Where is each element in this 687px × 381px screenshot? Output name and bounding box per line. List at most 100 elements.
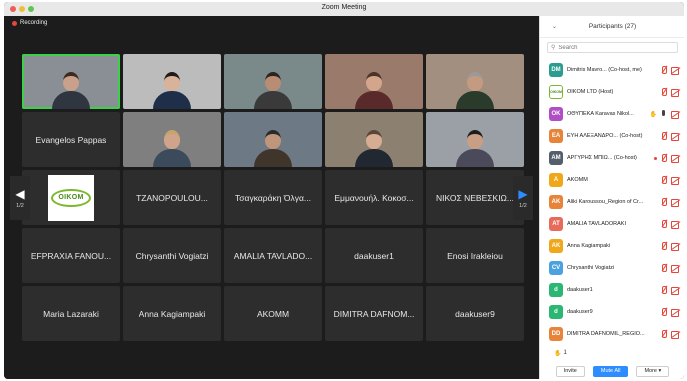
participant-name-tile[interactable]: Εμμανουήλ. Κοκοσ...	[325, 170, 423, 225]
participant-status-icons	[660, 132, 680, 141]
participant-row[interactable]: d daakuser1	[540, 280, 684, 302]
more-button[interactable]: More ▾	[636, 365, 670, 377]
participant-video-tile[interactable]	[325, 54, 423, 109]
video-camera-off-icon	[671, 309, 680, 317]
participant-video-tile[interactable]	[426, 54, 524, 109]
participant-name-tile[interactable]: daakuser9	[426, 286, 524, 341]
participant-video-image	[351, 127, 397, 167]
participant-name-tile[interactable]: ΝΙΚΟΣ ΝΕΒΕΣΚΙΩ...	[426, 170, 524, 225]
participant-row[interactable]: OK ΟΘΥΠΕΚΑ Karavas Nikol... ✋	[540, 104, 684, 126]
participant-video-tile[interactable]	[224, 54, 322, 109]
participant-name: Dimitris Mavro... (Co-host, me)	[567, 67, 642, 73]
recording-indicator[interactable]: Recording	[12, 20, 47, 26]
participant-status-icons	[660, 198, 680, 207]
participant-video-image	[351, 69, 397, 109]
participant-status-icons	[660, 220, 680, 229]
avatar: OK	[549, 107, 563, 121]
participant-row[interactable]: DM Dimitris Mavro... (Co-host, me)	[540, 60, 684, 82]
participant-row[interactable]: AM ΑΡΓΥΡΗΣ ΜΠΙΩ... (Co-host)	[540, 148, 684, 170]
mute-all-button[interactable]: Mute All	[592, 365, 629, 377]
participant-video-image	[48, 69, 94, 109]
participant-video-tile[interactable]	[325, 112, 423, 167]
participant-video-tile[interactable]	[123, 54, 221, 109]
video-camera-off-icon	[671, 177, 680, 185]
participant-name-tile[interactable]: Maria Lazaraki	[22, 286, 120, 341]
recording-status-icon	[654, 156, 657, 160]
participant-tile-name: daakuser1	[354, 250, 394, 261]
microphone-muted-icon	[660, 308, 668, 316]
microphone-muted-icon	[660, 154, 668, 162]
participant-tile-name: Enosi Irakleiou	[447, 250, 503, 261]
participant-list[interactable]: DM Dimitris Mavro... (Co-host, me) OIKOM OI…	[540, 60, 684, 346]
participant-video-tile[interactable]	[123, 112, 221, 167]
participant-video-tile[interactable]	[22, 54, 120, 109]
participant-name: AKOMM	[567, 177, 588, 183]
participant-row[interactable]: EA ΕΥΗ ΑΛΕΞΑΝΔΡΟ... (Co-host)	[540, 126, 684, 148]
participant-row[interactable]: OIKOM OIKOM LTD (Host)	[540, 82, 684, 104]
raised-hand-icon: ✋	[554, 351, 562, 357]
participant-video-image	[452, 69, 498, 109]
participant-name-tile[interactable]: Anna Kagiampaki	[123, 286, 221, 341]
participant-tile-name: AMALIA TAVLADO...	[233, 250, 313, 261]
next-page-button[interactable]: ▶ 1/2	[513, 176, 533, 220]
participant-video-tile[interactable]	[426, 112, 524, 167]
participant-status-icons	[660, 242, 680, 251]
collapse-panel-icon[interactable]: ⌄	[552, 23, 557, 30]
participant-status-icons	[660, 308, 680, 317]
video-camera-off-icon	[671, 111, 680, 119]
participant-name: Aliki Karoussou_Region of Cr...	[567, 199, 644, 205]
participant-row[interactable]: AK Aliki Karoussou_Region of Cr...	[540, 192, 684, 214]
avatar: EA	[549, 129, 563, 143]
participant-row[interactable]: AK Anna Kagiampaki	[540, 236, 684, 258]
title-bar: Zoom Meeting	[4, 2, 684, 16]
participant-name-tile[interactable]: Τσαγκαράκη Όλγα...	[224, 170, 322, 225]
participant-search[interactable]: ⚲	[547, 42, 678, 53]
participant-row[interactable]: AT AMALIA TAVLADORAKI	[540, 214, 684, 236]
participant-row[interactable]: A AKOMM	[540, 170, 684, 192]
participant-row[interactable]: CV Chrysanthi Vogiatzi	[540, 258, 684, 280]
participant-video-image	[149, 127, 195, 167]
participants-panel: ⌄ Participants (27) ⚲ DM Dimitris Mavro..…	[539, 16, 684, 379]
participant-name: Chrysanthi Vogiatzi	[567, 265, 615, 271]
participant-name: AMALIA TAVLADORAKI	[567, 221, 626, 227]
participant-name-tile[interactable]: DIMITRA DAFNOM...	[325, 286, 423, 341]
participant-name-tile[interactable]: EFPRAXIA FANOU...	[22, 228, 120, 283]
participant-name: DIMITRA DAFNOMIL_REGIO...	[567, 331, 645, 337]
participant-tile-name: DIMITRA DAFNOM...	[333, 308, 415, 319]
participant-name-tile[interactable]: daakuser1	[325, 228, 423, 283]
avatar: AM	[549, 151, 563, 165]
participant-name-tile[interactable]: TZANOPOULOU...	[123, 170, 221, 225]
invite-button[interactable]: Invite	[555, 365, 585, 377]
recording-dot-icon	[12, 20, 17, 26]
raised-hands-count: 1	[563, 350, 567, 356]
participant-tile-name: EFPRAXIA FANOU...	[30, 250, 112, 261]
previous-page-button[interactable]: ◀ 1/2	[10, 176, 30, 220]
participant-status-icons	[660, 176, 680, 185]
participant-name-tile[interactable]: Enosi Irakleiou	[426, 228, 524, 283]
recording-label: Recording	[20, 20, 48, 26]
participant-name-tile[interactable]: Chrysanthi Vogiatzi	[123, 228, 221, 283]
participant-status-icons: ✋	[649, 110, 680, 119]
microphone-muted-icon	[660, 220, 668, 228]
microphone-muted-icon	[660, 286, 668, 294]
participant-row[interactable]: d daakuser9	[540, 302, 684, 324]
participant-name-tile[interactable]: AMALIA TAVLADO...	[224, 228, 322, 283]
video-camera-off-icon	[671, 331, 680, 339]
avatar: d	[549, 305, 563, 319]
participants-title: Participants (27)	[588, 23, 637, 30]
participant-video-image	[452, 127, 498, 167]
video-camera-off-icon	[671, 199, 680, 207]
participant-logo-tile[interactable]: OIKOM	[22, 170, 120, 225]
participant-name-tile[interactable]: AKOMM	[224, 286, 322, 341]
search-input[interactable]	[558, 44, 669, 51]
microphone-muted-icon	[660, 242, 668, 250]
avatar: CV	[549, 261, 563, 275]
participant-row[interactable]: DD DIMITRA DAFNOMIL_REGIO...	[540, 324, 684, 346]
participant-name-tile[interactable]: Evangelos Pappas	[22, 112, 120, 167]
participant-video-tile[interactable]	[224, 112, 322, 167]
raised-hands-summary: ✋ 1	[554, 350, 567, 357]
avatar: A	[549, 173, 563, 187]
raised-hand-icon: ✋	[649, 111, 657, 118]
video-camera-off-icon	[671, 221, 680, 229]
participant-name: Anna Kagiampaki	[567, 243, 611, 249]
